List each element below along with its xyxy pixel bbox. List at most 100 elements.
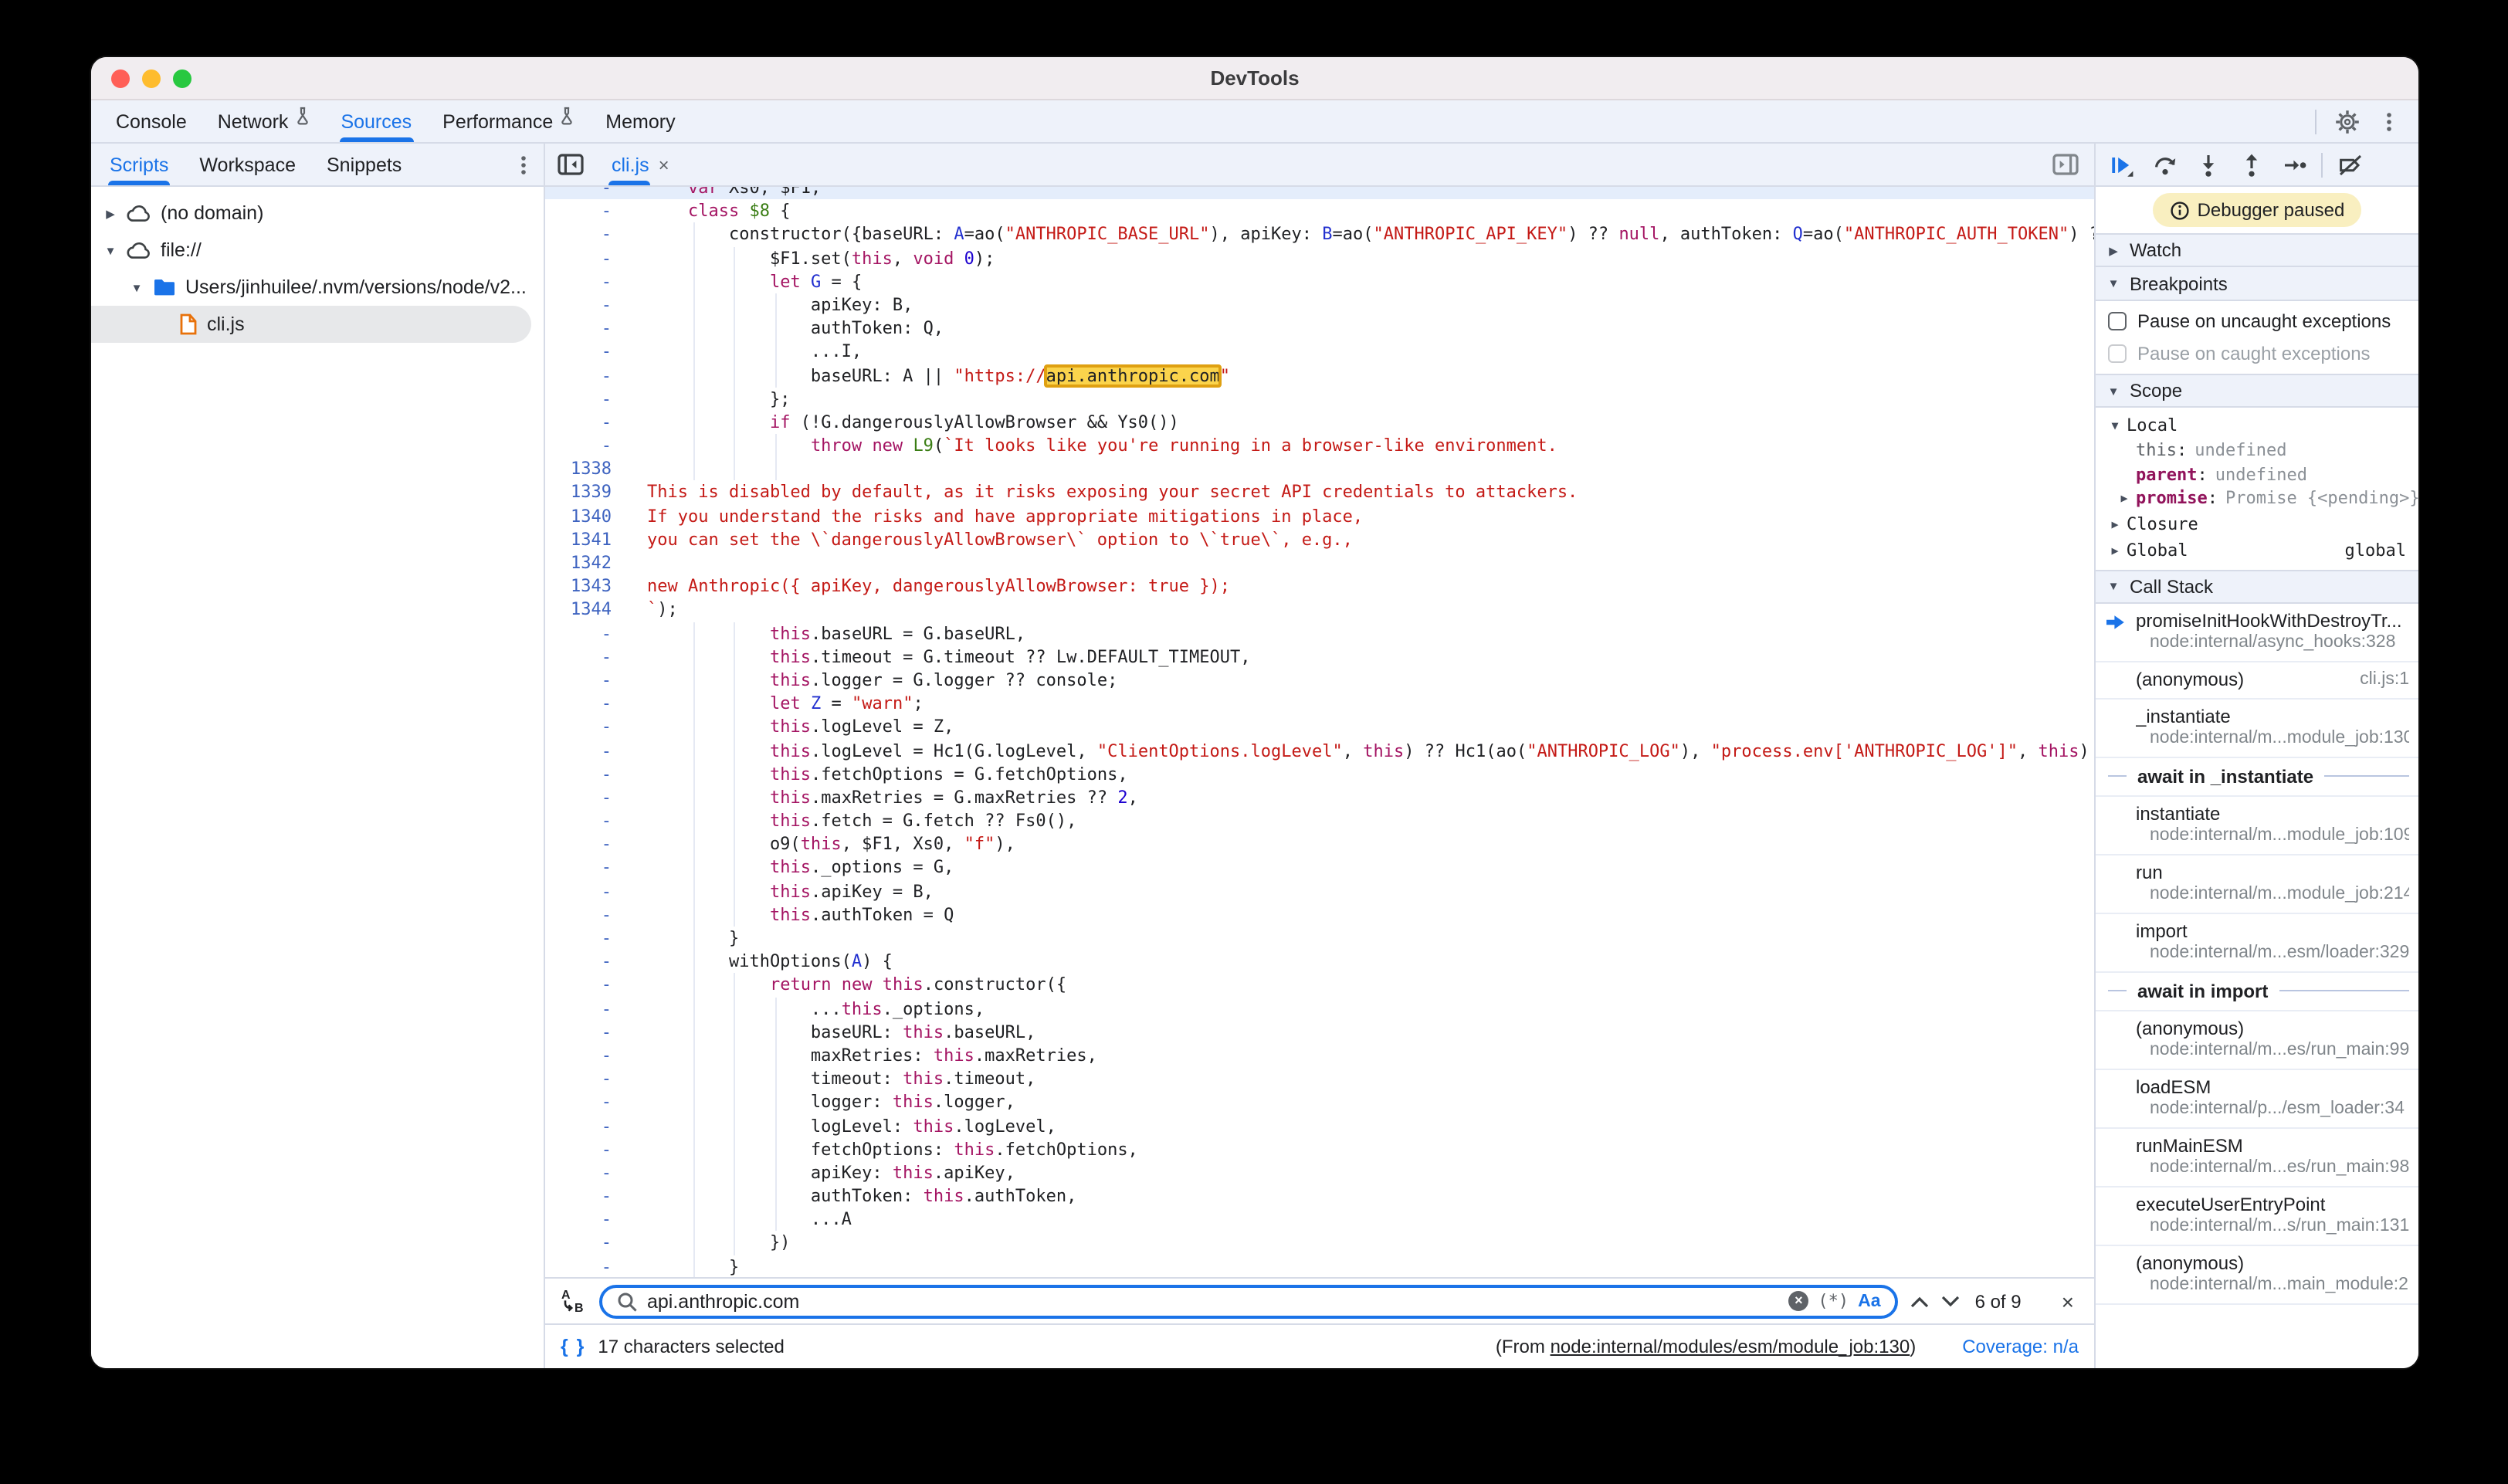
line-number[interactable]: - [545,669,632,692]
line-number[interactable]: - [545,1091,632,1114]
match-case-toggle[interactable]: Aa [1858,1292,1880,1310]
code-line[interactable]: - this._options = G, [545,856,2094,879]
call-stack-frame[interactable]: runnode:internal/m...module_job:214 [2096,855,2418,913]
line-number[interactable]: - [545,786,632,809]
code-line[interactable]: - fetchOptions: this.fetchOptions, [545,1137,2094,1160]
navigator-tab-snippets[interactable]: Snippets [311,144,417,185]
line-number[interactable]: - [545,1232,632,1255]
code-line[interactable]: - this.maxRetries = G.maxRetries ?? 2, [545,786,2094,809]
line-number[interactable]: - [545,1208,632,1232]
line-number[interactable]: - [545,387,632,410]
caret-right-icon[interactable]: ▶ [2108,517,2122,530]
search-input[interactable] [647,1290,1779,1312]
tree-item-users-jinhuilee-nvm-versions-node-v2-[interactable]: ▼Users/jinhuilee/.nvm/versions/node/v2..… [91,269,544,306]
code-line[interactable]: 1344`); [545,598,2094,622]
code-line[interactable]: - let Z = "warn"; [545,692,2094,715]
scope-section-local[interactable]: ▼Local [2096,412,2418,439]
line-number[interactable]: 1339 [545,481,632,504]
code-line[interactable]: - authToken: this.authToken, [545,1184,2094,1208]
settings-gear-icon[interactable] [2335,109,2360,134]
code-line[interactable]: - this.logLevel = Hc1(G.logLevel, "Clien… [545,739,2094,762]
call-stack-frame[interactable]: promiseInitHookWithDestroyTr...node:inte… [2096,603,2418,662]
call-stack-frame[interactable]: (anonymous)node:internal/m...es/run_main… [2096,1011,2418,1069]
line-number[interactable]: - [545,762,632,785]
code-line[interactable]: - if (!G.dangerouslyAllowBrowser && Ys0(… [545,411,2094,434]
code-line[interactable]: - this.authToken = Q [545,903,2094,927]
scope-property-parent[interactable]: parent:undefined [2096,462,2418,486]
line-number[interactable]: 1338 [545,458,632,481]
code-line[interactable]: - maxRetries: this.maxRetries, [545,1044,2094,1067]
line-number[interactable]: - [545,1044,632,1067]
line-number[interactable]: - [545,187,632,199]
more-options-icon[interactable] [2378,110,2400,132]
code-line[interactable]: 1343new Anthropic({ apiKey, dangerouslyA… [545,574,2094,598]
line-number[interactable]: - [545,293,632,317]
line-number[interactable]: 1340 [545,504,632,527]
source-mapping-link[interactable]: node:internal/modules/esm/module_job:130 [1551,1336,1910,1357]
line-number[interactable]: - [545,716,632,739]
call-stack-frame[interactable]: importnode:internal/m...esm/loader:329 [2096,913,2418,972]
line-number[interactable]: - [545,692,632,715]
scope-property-promise[interactable]: ▶promise:Promise {<pending>} [2096,486,2418,510]
line-number[interactable]: - [545,364,632,387]
line-number[interactable]: - [545,950,632,973]
line-number[interactable]: - [545,1021,632,1044]
code-line[interactable]: - withOptions(A) { [545,950,2094,973]
checkbox[interactable] [2108,311,2127,330]
code-line[interactable]: - logLevel: this.logLevel, [545,1114,2094,1137]
line-number[interactable]: - [545,833,632,856]
toggle-debugger-panel-icon[interactable] [2040,153,2094,176]
code-line[interactable]: - logger: this.logger, [545,1091,2094,1114]
line-number[interactable]: - [545,1114,632,1137]
scope-section-header[interactable]: ▼ Scope [2096,374,2418,408]
code-line[interactable]: - this.logger = G.logger ?? console; [545,669,2094,692]
code-line[interactable]: 1340If you understand the risks and have… [545,504,2094,527]
call-stack-frame[interactable]: executeUserEntryPointnode:internal/m...s… [2096,1187,2418,1245]
line-number[interactable]: - [545,199,632,222]
line-number[interactable]: - [545,1067,632,1090]
clear-search-icon[interactable]: × [1788,1291,1808,1311]
code-line[interactable]: - this.fetch = G.fetch ?? Fs0(), [545,809,2094,832]
line-number[interactable]: - [545,317,632,340]
coverage-link[interactable]: Coverage: n/a [1962,1336,2079,1357]
call-stack-frame[interactable]: runMainESMnode:internal/m...es/run_main:… [2096,1128,2418,1187]
call-stack-frame[interactable]: instantiatenode:internal/m...module_job:… [2096,796,2418,855]
next-match-icon[interactable] [1941,1295,1960,1307]
line-number[interactable]: 1342 [545,551,632,574]
navigator-more-icon[interactable] [513,154,544,175]
line-number[interactable]: - [545,223,632,246]
code-line[interactable]: 1342 [545,551,2094,574]
line-number[interactable]: - [545,645,632,669]
regex-toggle[interactable]: (*) [1818,1291,1849,1311]
scope-section-global[interactable]: ▶Globalglobal [2096,537,2418,563]
line-number[interactable]: 1344 [545,598,632,622]
navigator-tab-workspace[interactable]: Workspace [184,144,311,185]
toggle-navigator-panel-icon[interactable] [545,153,596,176]
code-line[interactable]: - constructor({baseURL: A=ao("ANTHROPIC_… [545,223,2094,246]
code-line[interactable]: 1341you can set the \`dangerouslyAllowBr… [545,528,2094,551]
line-number[interactable]: - [545,997,632,1020]
code-line[interactable]: 1338 [545,458,2094,481]
code-line[interactable]: - let G = { [545,270,2094,293]
line-number[interactable]: - [545,411,632,434]
deactivate-breakpoints-icon[interactable] [2329,147,2371,181]
pretty-print-icon[interactable]: { } [561,1336,585,1357]
line-number[interactable]: - [545,1161,632,1184]
code-line[interactable]: - apiKey: B, [545,293,2094,317]
code-line[interactable]: - this.fetchOptions = G.fetchOptions, [545,762,2094,785]
call-stack-frame[interactable]: _instantiatenode:internal/m...module_job… [2096,699,2418,757]
line-number[interactable]: - [545,246,632,269]
code-line[interactable]: - baseURL: this.baseURL, [545,1021,2094,1044]
line-number[interactable]: - [545,974,632,997]
call-stack-frame[interactable]: (anonymous)cli.js:1 [2096,662,2418,699]
caret-down-icon[interactable]: ▼ [130,280,144,294]
resume-icon[interactable] [2100,147,2142,181]
code-line[interactable]: - baseURL: A || "https://api.anthropic.c… [545,364,2094,387]
line-number[interactable]: - [545,879,632,903]
code-line[interactable]: - this.timeout = G.timeout ?? Lw.DEFAULT… [545,645,2094,669]
code-line[interactable]: - class $8 { [545,199,2094,222]
code-line[interactable]: - apiKey: this.apiKey, [545,1161,2094,1184]
watch-section-header[interactable]: ▶ Watch [2096,233,2418,267]
navigator-tab-scripts[interactable]: Scripts [94,144,184,185]
code-line[interactable]: - }) [545,1232,2094,1255]
